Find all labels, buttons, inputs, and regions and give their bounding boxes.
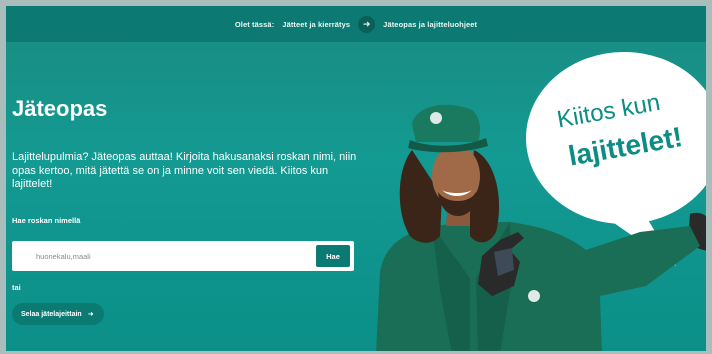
worker-cap [412,104,480,142]
hero-photo-worker [376,52,712,354]
search-label: Hae roskan nimellä [12,216,81,225]
breadcrumb-link-jateopas[interactable]: Jäteopas ja lajitteluohjeet [383,20,477,29]
breadcrumb-link-jatteet-ja-kierratys[interactable]: Jätteet ja kierrätys [282,20,350,29]
cap-logo [430,112,442,124]
page-title: Jäteopas [12,96,108,121]
breadcrumb: Olet tässä: Jätteet ja kierrätys ➜ Jäteo… [6,6,706,42]
arrow-right-icon: ➜ [358,15,376,33]
hsy-logo [528,290,540,302]
or-text: tai [12,283,21,292]
hero-intro-text: Lajittelupulmia? Jäteopas auttaa! Kirjoi… [12,151,357,190]
search-box: Hae [12,241,354,271]
browse-button-label: Selaa jätelajeittain [21,310,82,318]
search-input[interactable] [12,241,316,271]
breadcrumb-prefix: Olet tässä: [234,19,275,29]
search-button[interactable]: Hae [316,245,350,267]
arrow-right-icon: ➜ [87,311,94,318]
browse-by-waste-type-button[interactable]: Selaa jätelajeittain ➜ [12,303,104,325]
